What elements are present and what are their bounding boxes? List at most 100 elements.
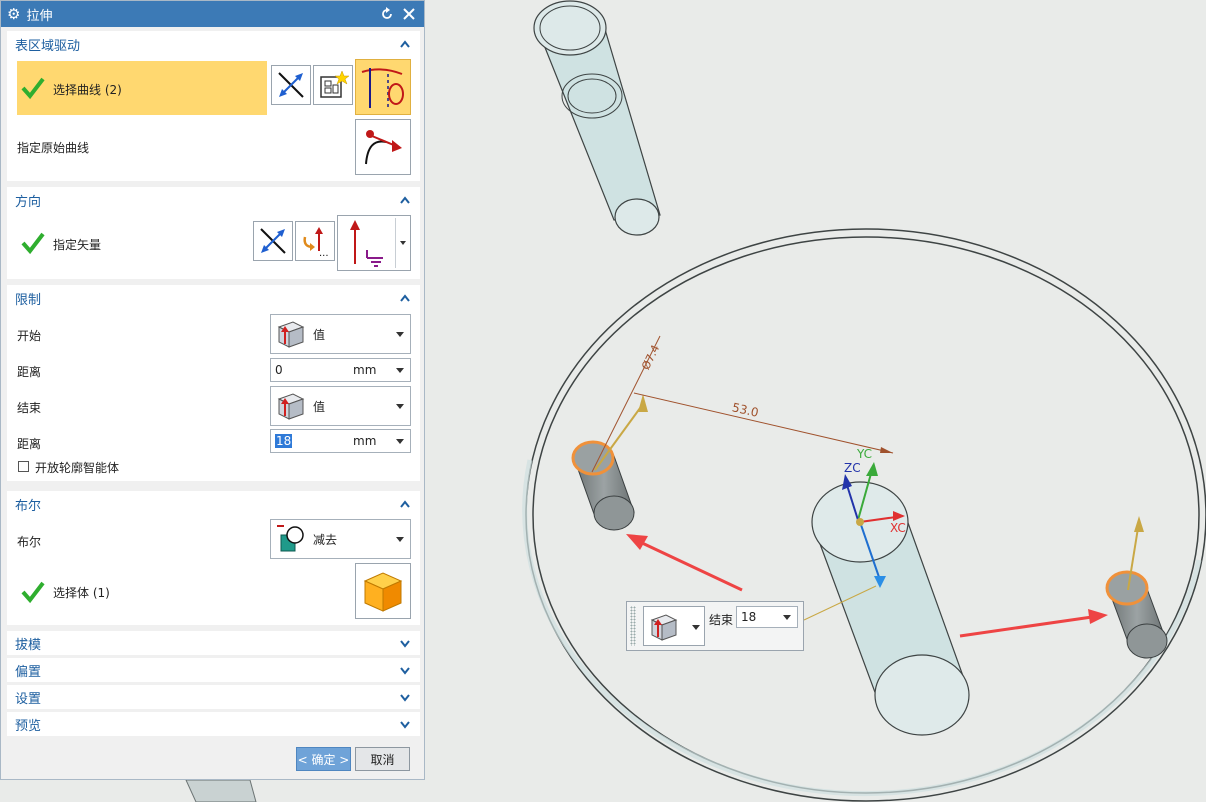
- end-distance-value: 18: [275, 434, 293, 448]
- section-limits-header[interactable]: 限制: [7, 285, 420, 311]
- section-curve-title: 表区域驱动: [15, 38, 81, 54]
- vector-dialog-button[interactable]: ...: [295, 221, 335, 261]
- start-limit-value: 值: [313, 327, 326, 342]
- z-axis-vector-icon: [350, 220, 383, 267]
- chevron-up-icon: [398, 291, 412, 305]
- curve-select-icon: [361, 68, 404, 108]
- chevron-down-icon: [692, 625, 700, 630]
- close-button[interactable]: [400, 5, 418, 23]
- boolean-value: 减去: [313, 532, 338, 547]
- select-curve-label: 选择曲线 (2): [53, 83, 122, 97]
- chevron-down-icon: [396, 537, 404, 542]
- float-end-value: 18: [741, 610, 757, 624]
- origin-curve-button[interactable]: [355, 119, 411, 175]
- start-distance-label: 距离: [17, 365, 42, 379]
- sketch-section-button[interactable]: [313, 65, 353, 105]
- section-curve: 表区域驱动 选择曲线 (2) 指定原始曲线: [7, 31, 420, 181]
- section-offset-header[interactable]: 偏置: [7, 658, 420, 682]
- start-distance-input[interactable]: 0 mm: [270, 358, 411, 382]
- end-distance-input[interactable]: 18 mm: [270, 429, 411, 453]
- dialog-titlebar[interactable]: ⚙ 拉伸: [1, 1, 424, 27]
- check-icon: [21, 581, 45, 604]
- end-label: 结束: [17, 401, 42, 415]
- section-curve-header[interactable]: 表区域驱动: [7, 31, 420, 57]
- reverse-vector-button[interactable]: [253, 221, 293, 261]
- axis-label-z: ZC: [844, 461, 861, 475]
- section-limits-title: 限制: [15, 292, 42, 308]
- chevron-down-icon: [398, 636, 412, 650]
- chevron-down-icon: [783, 615, 791, 620]
- open-profile-checkbox[interactable]: [18, 461, 29, 472]
- check-icon: [21, 77, 45, 100]
- axis-label-x: XC: [890, 521, 906, 535]
- sketch-icon: [320, 70, 349, 98]
- solid-body-icon: [363, 572, 403, 612]
- boolean-label: 布尔: [17, 535, 42, 549]
- section-settings-header[interactable]: 设置: [7, 685, 420, 709]
- origin-curve-label: 指定原始曲线: [17, 141, 90, 155]
- section-boolean-header[interactable]: 布尔: [7, 491, 420, 517]
- section-preview-title: 预览: [15, 718, 42, 734]
- chevron-down-icon: [396, 368, 404, 373]
- end-distance-unit: mm: [353, 434, 377, 448]
- chevron-down-icon: [396, 332, 404, 337]
- section-boolean: 布尔 布尔 减去 选择体 (1): [7, 491, 420, 625]
- check-icon: [21, 232, 45, 255]
- svg-text:...: ...: [319, 248, 329, 257]
- section-direction-header[interactable]: 方向: [7, 187, 420, 213]
- end-limit-select[interactable]: 值: [270, 386, 411, 426]
- float-end-value-input[interactable]: 18: [736, 606, 798, 628]
- extrude-dialog: ⚙ 拉伸 表区域驱动 选择曲线 (2) 指定原始曲线 方向 指定矢量 ... 限…: [0, 0, 425, 780]
- start-distance-value: 0: [275, 363, 283, 377]
- curve-selection-button[interactable]: [355, 59, 411, 115]
- section-direction-title: 方向: [15, 194, 42, 210]
- boolean-select[interactable]: 减去: [270, 519, 411, 559]
- chevron-up-icon: [398, 37, 412, 51]
- section-draft-title: 拔模: [15, 637, 42, 653]
- ok-button[interactable]: < 确定 >: [296, 747, 351, 771]
- vector-type-dropdown[interactable]: [337, 215, 411, 271]
- chevron-down-icon: [398, 717, 412, 731]
- value-cube-icon: [277, 393, 305, 420]
- float-end-label: 结束: [709, 613, 734, 627]
- end-limit-value: 值: [313, 399, 326, 414]
- start-distance-unit: mm: [353, 363, 377, 377]
- chevron-up-icon: [398, 497, 412, 511]
- curve-arrow-icon: [365, 130, 402, 165]
- gear-icon: ⚙: [7, 4, 21, 23]
- chevron-down-icon: [398, 663, 412, 677]
- reset-icon: [382, 7, 392, 19]
- floating-limit-widget: 结束 18: [626, 601, 804, 651]
- close-icon: [403, 8, 415, 20]
- open-profile-label: 开放轮廓智能体: [35, 461, 120, 475]
- dialog-title: 拉伸: [26, 8, 53, 24]
- chevron-down-icon: [396, 404, 404, 409]
- end-distance-label: 距离: [17, 437, 42, 451]
- value-cube-icon: [277, 321, 305, 348]
- cancel-button[interactable]: 取消: [355, 747, 410, 771]
- chevron-up-icon: [398, 193, 412, 207]
- select-body-label: 选择体 (1): [53, 586, 110, 600]
- grip-handle[interactable]: [630, 606, 636, 646]
- reset-button[interactable]: [378, 5, 396, 23]
- subtract-icon: [277, 525, 304, 552]
- start-limit-select[interactable]: 值: [270, 314, 411, 354]
- section-draft-header[interactable]: 拔模: [7, 631, 420, 655]
- section-boolean-title: 布尔: [15, 498, 42, 514]
- section-preview-header[interactable]: 预览: [7, 712, 420, 736]
- vector-constructor-icon: ...: [303, 227, 329, 257]
- reverse-button[interactable]: [271, 65, 311, 105]
- reverse-direction-icon: [260, 228, 286, 254]
- select-body-button[interactable]: [355, 563, 411, 619]
- limit-type-button[interactable]: [643, 606, 705, 646]
- vector-label: 指定矢量: [53, 238, 102, 252]
- value-cube-icon: [650, 614, 678, 641]
- dropdown-divider: [395, 218, 396, 268]
- chevron-down-icon: [396, 439, 404, 444]
- reverse-direction-icon: [278, 72, 304, 98]
- section-offset-title: 偏置: [15, 664, 42, 680]
- axis-label-y: YC: [856, 447, 872, 461]
- chevron-down-icon: [398, 690, 412, 704]
- chevron-down-icon: [400, 241, 406, 245]
- section-direction: 方向 指定矢量 ...: [7, 187, 420, 279]
